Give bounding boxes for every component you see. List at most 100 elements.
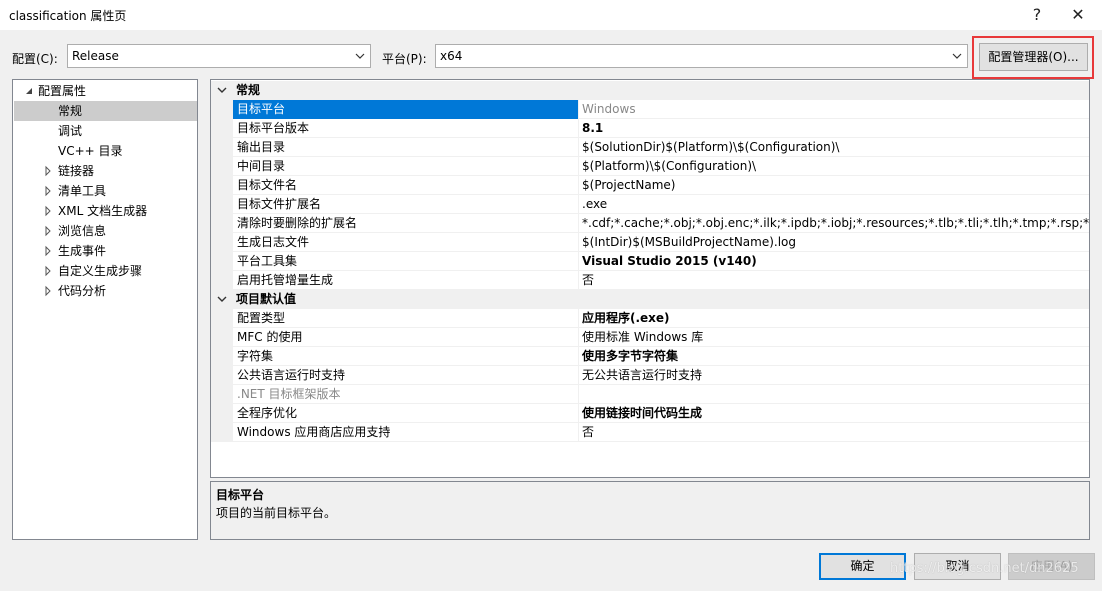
- grid-row-gutter: [211, 385, 233, 404]
- property-name: 目标平台版本: [237, 121, 310, 135]
- grid-row[interactable]: .NET 目标框架版本: [211, 385, 1089, 404]
- property-value[interactable]: 使用标准 Windows 库: [578, 328, 1089, 347]
- collapsed-triangle-icon: [45, 265, 51, 277]
- chevron-down-icon[interactable]: [216, 290, 228, 309]
- grid-row-gutter: [211, 100, 233, 119]
- platform-select[interactable]: x64: [435, 44, 968, 68]
- property-value[interactable]: 使用链接时间代码生成: [578, 404, 1089, 423]
- description-panel: 目标平台 项目的当前目标平台。: [210, 481, 1090, 540]
- grid-row[interactable]: 启用托管增量生成 否: [211, 271, 1089, 290]
- property-value[interactable]: *.cdf;*.cache;*.obj;*.obj.enc;*.ilk;*.ip…: [578, 214, 1089, 233]
- grid-row[interactable]: 平台工具集 Visual Studio 2015 (v140): [211, 252, 1089, 271]
- grid-row-gutter: [211, 119, 233, 138]
- grid-category[interactable]: 项目默认值: [211, 290, 1089, 309]
- config-value: Release: [72, 49, 119, 63]
- tree-item[interactable]: 链接器: [14, 161, 197, 181]
- tree-root[interactable]: 配置属性: [14, 81, 197, 101]
- property-value[interactable]: Windows: [578, 100, 1089, 119]
- grid-row-gutter: [211, 195, 233, 214]
- config-select[interactable]: Release: [67, 44, 371, 68]
- property-name: 启用托管增量生成: [237, 273, 334, 287]
- tree-item[interactable]: 常规: [14, 101, 197, 121]
- tree-root-label: 配置属性: [38, 84, 87, 98]
- tree-item-label: XML 文档生成器: [58, 204, 148, 218]
- grid-row-gutter: [211, 347, 233, 366]
- property-value[interactable]: $(ProjectName): [578, 176, 1089, 195]
- property-value[interactable]: [578, 385, 1089, 404]
- property-name: 平台工具集: [237, 254, 298, 268]
- property-name: 全程序优化: [237, 406, 298, 420]
- window-title: classification 属性页: [9, 9, 127, 23]
- grid-row-gutter: [211, 328, 233, 347]
- grid-row[interactable]: 公共语言运行时支持 无公共语言运行时支持: [211, 366, 1089, 385]
- property-name: 字符集: [237, 349, 274, 363]
- grid-row[interactable]: 全程序优化 使用链接时间代码生成: [211, 404, 1089, 423]
- property-name: MFC 的使用: [237, 330, 303, 344]
- property-grid: 常规 目标平台 Windows 目标平台版本 8.1 输出目录 $(SolutionDir)…: [210, 79, 1090, 478]
- property-name: 目标文件扩展名: [237, 197, 322, 211]
- tree-item-label: VC++ 目录: [58, 144, 123, 158]
- grid-row[interactable]: 清除时要删除的扩展名 *.cdf;*.cache;*.obj;*.obj.enc;…: [211, 214, 1089, 233]
- tree-item[interactable]: 自定义生成步骤: [14, 261, 197, 281]
- grid-row[interactable]: 配置类型 应用程序(.exe): [211, 309, 1089, 328]
- tree-item[interactable]: 调试: [14, 121, 197, 141]
- tree-item-label: 常规: [58, 104, 83, 118]
- property-name: 目标文件名: [237, 178, 298, 192]
- property-value[interactable]: $(Platform)\$(Configuration)\: [578, 157, 1089, 176]
- grid-row-gutter: [211, 157, 233, 176]
- property-name: 生成日志文件: [237, 235, 310, 249]
- grid-row[interactable]: Windows 应用商店应用支持 否: [211, 423, 1089, 442]
- chevron-down-icon: [952, 53, 962, 59]
- grid-row[interactable]: 目标文件名 $(ProjectName): [211, 176, 1089, 195]
- tree-item[interactable]: 浏览信息: [14, 221, 197, 241]
- grid-row-gutter: [211, 233, 233, 252]
- grid-row[interactable]: 输出目录 $(SolutionDir)$(Platform)\$(Configur…: [211, 138, 1089, 157]
- tree-item-label: 清单工具: [58, 184, 107, 198]
- description-title: 目标平台: [216, 488, 265, 502]
- tree-item[interactable]: XML 文档生成器: [14, 201, 197, 221]
- property-name: 输出目录: [237, 140, 286, 154]
- property-value[interactable]: .exe: [578, 195, 1089, 214]
- grid-row[interactable]: 目标平台版本 8.1: [211, 119, 1089, 138]
- property-name: 配置类型: [237, 311, 286, 325]
- collapsed-triangle-icon: [45, 245, 51, 257]
- property-value[interactable]: 否: [578, 271, 1089, 290]
- property-value[interactable]: 否: [578, 423, 1089, 442]
- property-name: .NET 目标框架版本: [237, 387, 341, 401]
- grid-row[interactable]: 生成日志文件 $(IntDir)$(MSBuildProjectName).log: [211, 233, 1089, 252]
- config-manager-button[interactable]: 配置管理器(O)...: [979, 43, 1088, 71]
- grid-row-gutter: [211, 138, 233, 157]
- grid-row[interactable]: MFC 的使用 使用标准 Windows 库: [211, 328, 1089, 347]
- grid-row[interactable]: 目标平台 Windows: [211, 100, 1089, 119]
- tree-item[interactable]: 代码分析: [14, 281, 197, 301]
- property-value[interactable]: 无公共语言运行时支持: [578, 366, 1089, 385]
- grid-row[interactable]: 目标文件扩展名 .exe: [211, 195, 1089, 214]
- tree-item[interactable]: VC++ 目录: [14, 141, 197, 161]
- config-label: 配置(C):: [12, 52, 58, 66]
- close-button[interactable]: ✕: [1060, 2, 1096, 28]
- property-value[interactable]: $(IntDir)$(MSBuildProjectName).log: [578, 233, 1089, 252]
- grid-category[interactable]: 常规: [211, 81, 1089, 100]
- property-value[interactable]: 应用程序(.exe): [578, 309, 1089, 328]
- property-value[interactable]: $(SolutionDir)$(Platform)\$(Configuratio…: [578, 138, 1089, 157]
- grid-row-gutter: [211, 252, 233, 271]
- property-tree: 配置属性 常规调试 VC++ 目录链接器清单工具 XML 文档生成器 浏览信息生成事件…: [12, 79, 198, 540]
- tree-item-label: 浏览信息: [58, 224, 107, 238]
- property-value[interactable]: Visual Studio 2015 (v140): [578, 252, 1089, 271]
- tree-item[interactable]: 生成事件: [14, 241, 197, 261]
- property-name: 清除时要删除的扩展名: [237, 216, 358, 230]
- chevron-down-icon: [355, 53, 365, 59]
- grid-row[interactable]: 字符集 使用多字节字符集: [211, 347, 1089, 366]
- property-name: 中间目录: [237, 159, 286, 173]
- grid-row[interactable]: 中间目录 $(Platform)\$(Configuration)\: [211, 157, 1089, 176]
- grid-category-title: 项目默认值: [236, 292, 297, 306]
- expanded-triangle-icon: [26, 88, 32, 94]
- property-value[interactable]: 8.1: [578, 119, 1089, 138]
- help-button[interactable]: ?: [1019, 2, 1055, 28]
- tree-item-label: 代码分析: [58, 284, 107, 298]
- platform-label: 平台(P):: [382, 52, 427, 66]
- property-name: 目标平台: [233, 100, 579, 119]
- property-value[interactable]: 使用多字节字符集: [578, 347, 1089, 366]
- chevron-down-icon[interactable]: [216, 81, 228, 100]
- tree-item[interactable]: 清单工具: [14, 181, 197, 201]
